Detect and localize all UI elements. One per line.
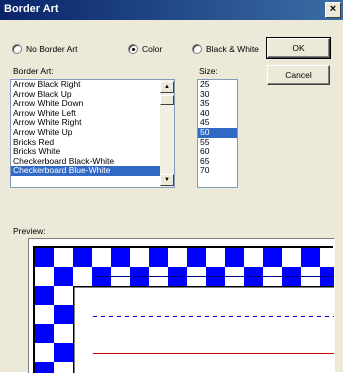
radio-label-color: Color xyxy=(142,44,163,54)
checker-square xyxy=(35,248,54,267)
size-item[interactable]: 70 xyxy=(198,166,237,176)
checker-square xyxy=(130,248,149,267)
checker-square xyxy=(111,248,130,267)
title-bar: Border Art × xyxy=(0,0,343,20)
checker-square xyxy=(54,324,73,343)
border-art-label: Border Art: xyxy=(13,66,54,76)
border-art-scrollbar[interactable]: ▲ ▼ xyxy=(160,80,174,187)
checker-square xyxy=(35,324,54,343)
border-inner-left xyxy=(73,286,75,373)
window-title: Border Art xyxy=(4,3,59,15)
radio-circle-icon xyxy=(192,44,202,54)
border-frame-top xyxy=(33,246,333,248)
checker-square xyxy=(206,248,225,267)
scroll-down-icon[interactable]: ▼ xyxy=(160,174,174,186)
border-inner-top xyxy=(73,286,334,288)
preview-label: Preview: xyxy=(13,226,46,236)
checker-square xyxy=(263,248,282,267)
checker-square xyxy=(35,267,54,286)
checker-square xyxy=(54,286,73,305)
radio-circle-icon xyxy=(12,44,22,54)
checker-square xyxy=(244,248,263,267)
border-preview xyxy=(33,246,334,373)
checker-square xyxy=(149,248,168,267)
checker-square xyxy=(54,248,73,267)
checker-square xyxy=(35,362,54,373)
border-art-list[interactable]: Arrow Black Right Arrow Black Up Arrow Whi… xyxy=(10,79,175,188)
ok-button[interactable]: OK xyxy=(266,37,331,59)
checker-square xyxy=(35,305,54,324)
preview-area xyxy=(28,238,335,373)
radio-color[interactable]: Color xyxy=(128,44,162,54)
border-art-item[interactable]: Checkerboard Blue-White xyxy=(11,166,174,176)
checker-square xyxy=(92,248,111,267)
checker-square xyxy=(282,248,301,267)
cancel-button[interactable]: Cancel xyxy=(267,65,330,85)
radio-black-white[interactable]: Black & White xyxy=(192,44,259,54)
close-button[interactable]: × xyxy=(325,2,341,18)
scroll-thumb[interactable] xyxy=(160,95,174,105)
border-art-dialog: Border Art × No Border Art Color Black &… xyxy=(0,0,343,373)
radio-no-border-art[interactable]: No Border Art xyxy=(12,44,78,54)
radio-label-black-white: Black & White xyxy=(206,44,259,54)
radio-selected-icon xyxy=(128,44,138,54)
radio-label-no-border-art: No Border Art xyxy=(26,44,78,54)
checker-square xyxy=(35,343,54,362)
border-frame-left xyxy=(33,246,35,373)
checker-square xyxy=(73,267,92,286)
size-list[interactable]: 25 30 35 40 45 50 55 60 65 70 xyxy=(197,79,238,188)
checker-square xyxy=(54,267,73,286)
checker-square xyxy=(54,343,73,362)
checker-square xyxy=(225,248,244,267)
checker-square xyxy=(168,248,187,267)
checker-square xyxy=(54,305,73,324)
size-label: Size: xyxy=(199,66,218,76)
scroll-up-icon[interactable]: ▲ xyxy=(160,81,174,93)
checker-square xyxy=(73,248,92,267)
checker-square xyxy=(301,248,320,267)
checker-square xyxy=(320,248,334,267)
checker-square xyxy=(187,248,206,267)
checker-square xyxy=(54,362,73,373)
checker-square xyxy=(35,286,54,305)
